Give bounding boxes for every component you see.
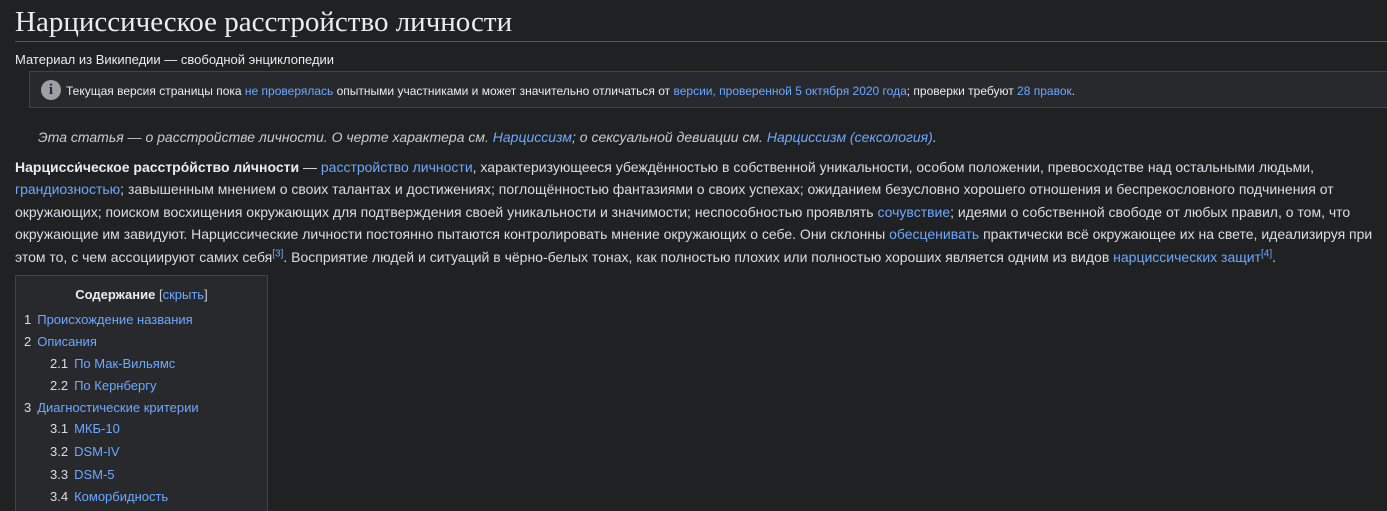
toc-item-3-4[interactable]: 3.4 Коморбидность <box>50 489 168 505</box>
notice-text-part: ; проверки требуют <box>906 84 1018 98</box>
toc-item-1[interactable]: 1 Происхождение названия <box>24 312 193 328</box>
lead-paragraph: Нарцисси́ческое расстро́йство ли́чности … <box>15 156 1375 268</box>
toc-link[interactable]: МКБ-10 <box>74 421 120 436</box>
toc-number: 3.2 <box>50 444 69 459</box>
page-title: Нарциссическое расстройство личности <box>15 6 513 38</box>
checked-version-link[interactable]: версии, проверенной 5 октября 2020 года <box>673 84 906 98</box>
toc-number: 2 <box>24 334 32 349</box>
revision-notice: i Текущая версия страницы пока не провер… <box>29 71 1387 108</box>
toc-number: 3.4 <box>50 489 69 504</box>
narcissistic-defences-link[interactable]: нарциссических защит <box>1113 249 1261 265</box>
toc-number: 3.1 <box>50 421 69 436</box>
empathy-link[interactable]: сочувствие <box>877 204 950 220</box>
notice-text-part: опытными участниками и может значительно… <box>333 84 674 98</box>
narcissism-sexology-link[interactable]: Нарциссизм (сексология) <box>767 129 933 145</box>
notice-text-part: . <box>1071 84 1076 98</box>
page-subtitle: Материал из Википедии — свободной энцикл… <box>15 52 335 67</box>
toc-link[interactable]: По Кернбергу <box>74 378 156 393</box>
article-term: Нарцисси́ческое расстро́йство ли́чности <box>15 159 300 175</box>
reference-4-link[interactable]: [4] <box>1261 248 1272 259</box>
toc-link[interactable]: Коморбидность <box>74 489 168 504</box>
toc-toggle-link[interactable]: скрыть <box>163 287 205 302</box>
toc-link[interactable]: DSM-5 <box>74 467 114 482</box>
narcissism-link[interactable]: Нарциссизм <box>493 129 572 145</box>
devaluation-link[interactable]: обесценивать <box>889 226 979 242</box>
toc-item-2-1[interactable]: 2.1 По Мак-Вильямс <box>50 356 175 372</box>
hatnote-text: Эта статья — о расстройстве личности. О … <box>38 129 493 145</box>
toc-link[interactable]: DSM-IV <box>74 444 120 459</box>
toc-number: 3 <box>24 400 32 415</box>
toc-number: 2.1 <box>50 356 69 371</box>
toc-number: 3.3 <box>50 467 69 482</box>
toc-title: Содержание <box>75 287 156 302</box>
lead-text: . <box>1272 248 1277 265</box>
personality-disorder-link[interactable]: расстройство личности <box>321 159 473 175</box>
toc-number: 2.2 <box>50 378 69 393</box>
toc-item-3-1[interactable]: 3.1 МКБ-10 <box>50 421 120 437</box>
pending-edits-link[interactable]: 28 правок <box>1017 84 1072 98</box>
toc-bracket: [ <box>155 287 163 302</box>
lead-text: , характеризующееся убеждённостью в собс… <box>472 159 1314 175</box>
toc-item-2-2[interactable]: 2.2 По Кернбергу <box>50 378 156 394</box>
unchecked-link[interactable]: не проверялась <box>245 84 333 98</box>
toc-item-3[interactable]: 3 Диагностические критерии <box>24 400 199 416</box>
info-icon: i <box>41 80 61 100</box>
toc-item-2[interactable]: 2 Описания <box>24 334 97 350</box>
toc-header: Содержание [скрыть] <box>16 287 267 303</box>
table-of-contents: Содержание [скрыть] 1 Происхождение назва… <box>15 275 268 511</box>
reference-3-link[interactable]: [3] <box>272 248 283 259</box>
toc-link[interactable]: Диагностические критерии <box>37 400 198 415</box>
toc-bracket: ] <box>204 287 208 302</box>
toc-item-3-3[interactable]: 3.3 DSM-5 <box>50 467 115 483</box>
grandiosity-link[interactable]: грандиозностью <box>15 181 120 197</box>
toc-number: 1 <box>24 312 32 327</box>
hatnote-text: . <box>932 129 937 145</box>
lead-text: . Восприятие людей и ситуаций в чёрно-бе… <box>283 248 1114 265</box>
toc-link[interactable]: По Мак-Вильямс <box>74 356 175 371</box>
toc-link[interactable]: Происхождение названия <box>37 312 193 327</box>
toc-item-3-2[interactable]: 3.2 DSM-IV <box>50 444 120 460</box>
title-divider <box>15 41 1387 42</box>
notice-text-part: Текущая версия страницы пока <box>66 84 245 98</box>
toc-link[interactable]: Описания <box>37 334 97 349</box>
hatnote: Эта статья — о расстройстве личности. О … <box>38 128 937 146</box>
hatnote-text: ; о сексуальной девиации см. <box>571 129 767 145</box>
lead-text: — <box>299 159 321 175</box>
revision-notice-text: Текущая версия страницы пока не проверял… <box>66 84 1075 99</box>
